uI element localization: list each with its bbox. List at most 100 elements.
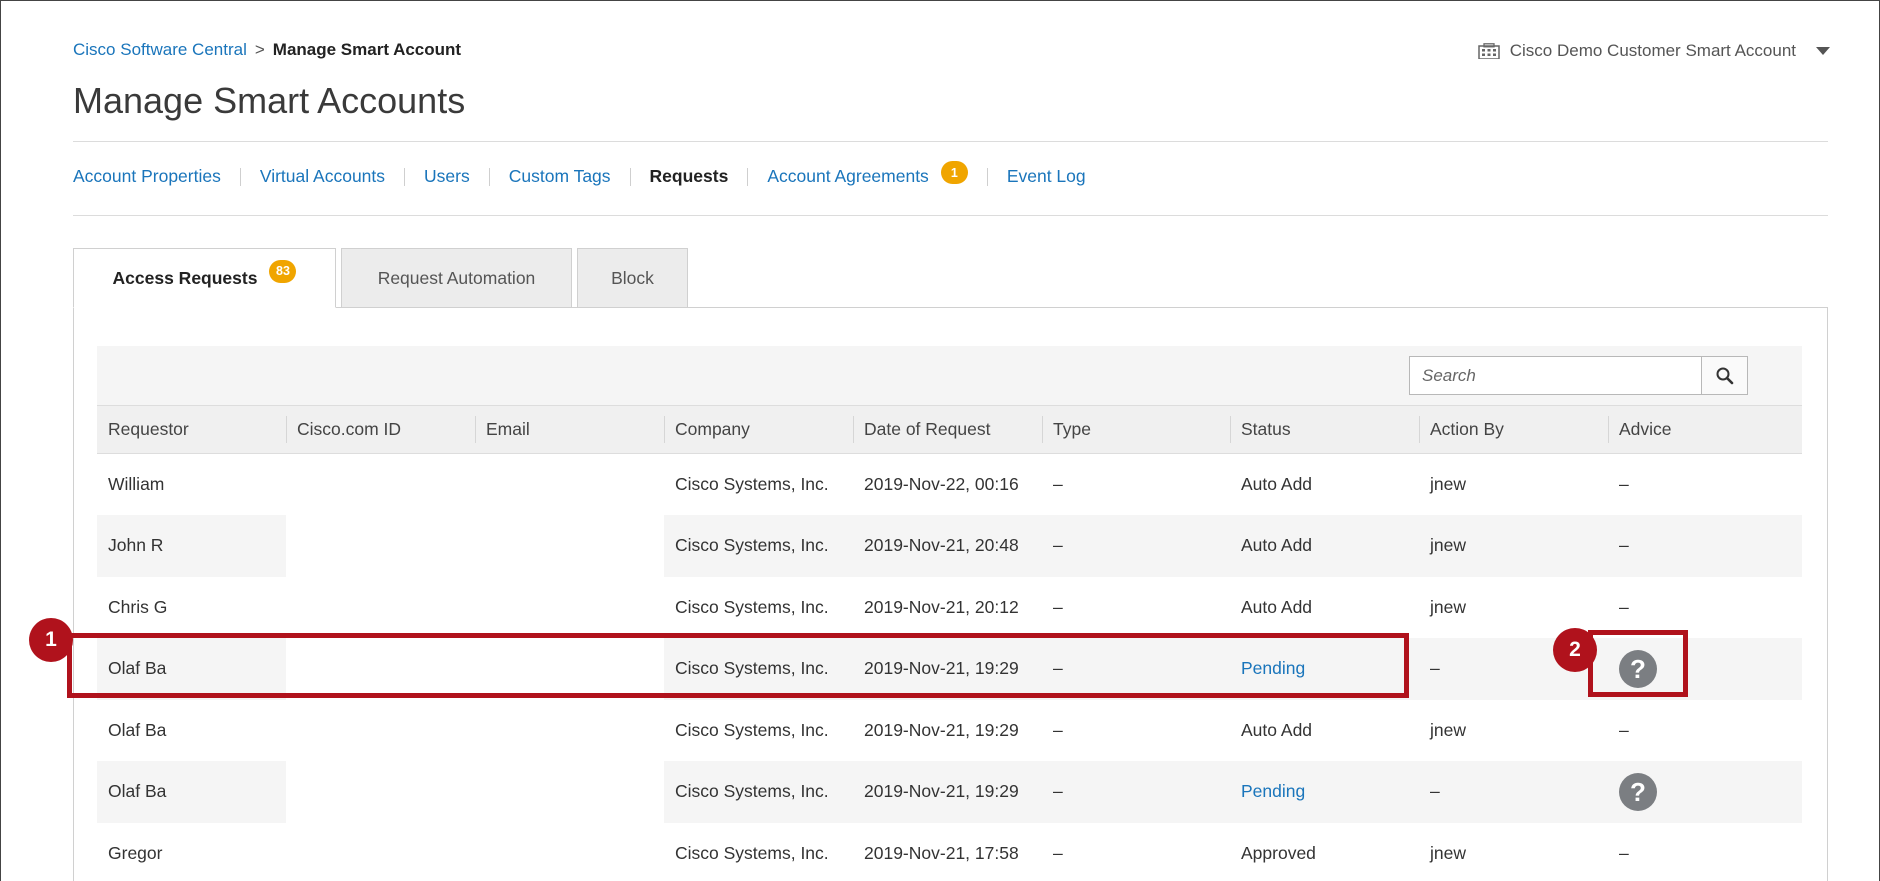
chevron-down-icon [1816,47,1830,55]
advice-cell: – [1608,822,1802,881]
company-cell: Cisco Systems, Inc. [664,761,853,823]
tab-access-requests-label: Access Requests [112,267,258,288]
email-cell [475,822,664,881]
date-cell: 2019-Nov-21, 19:29 [853,761,1042,823]
cisco-id-cell [286,576,475,638]
help-icon[interactable]: ? [1619,772,1657,811]
status-pending-link[interactable]: Pending [1241,781,1305,801]
subnav-users[interactable]: Users [424,166,470,187]
callout-number-badge: 1 [29,618,73,662]
date-cell: 2019-Nov-21, 19:29 [853,699,1042,761]
table-row[interactable]: Gregor Cisco Systems, Inc. 2019-Nov-21, … [97,822,1802,881]
table-row[interactable]: Chris G Cisco Systems, Inc. 2019-Nov-21,… [97,576,1802,638]
status-cell: Auto Add [1230,453,1419,515]
breadcrumb: Cisco Software Central > Manage Smart Acco… [73,40,461,60]
search-input[interactable] [1410,357,1701,394]
subnav-event-log[interactable]: Event Log [1007,166,1086,187]
type-cell: – [1042,761,1230,823]
email-cell [475,699,664,761]
action-by-cell: jnew [1419,699,1608,761]
table-row[interactable]: Olaf Ba Cisco Systems, Inc. 2019-Nov-21,… [97,699,1802,761]
breadcrumb-current: Manage Smart Account [272,40,462,59]
callout-highlight-row [67,633,1409,698]
account-switcher-label: Cisco Demo Customer Smart Account [1509,41,1796,60]
account-subnav: Account Properties Virtual Accounts User… [73,161,1086,187]
column-header-email[interactable]: Email [475,405,664,454]
email-cell [475,761,664,823]
tab-block[interactable]: Block [577,248,688,308]
subnav-divider [404,167,406,186]
cisco-id-cell [286,699,475,761]
status-cell: Pending [1230,761,1419,823]
requestor-cell: Chris G [97,576,286,638]
company-cell: Cisco Systems, Inc. [664,515,853,577]
date-cell: 2019-Nov-21, 20:12 [853,576,1042,638]
status-cell: Auto Add [1230,515,1419,577]
subnav-account-agreements-label: Account Agreements [767,166,929,186]
email-cell [475,515,664,577]
subnav-divider [629,167,631,186]
column-header-type[interactable]: Type [1042,405,1230,454]
action-by-cell: jnew [1419,453,1608,515]
building-icon [1477,43,1500,59]
advice-cell: – [1608,576,1802,638]
access-requests-count-badge: 83 [269,259,297,283]
column-header-status[interactable]: Status [1230,405,1419,454]
requestor-cell: John R [97,515,286,577]
tab-access-requests[interactable]: Access Requests 83 [73,248,336,308]
advice-cell: – [1608,453,1802,515]
agreements-count-badge: 1 [940,161,968,184]
date-cell: 2019-Nov-21, 17:58 [853,822,1042,881]
search-box [1409,356,1748,395]
tab-request-automation[interactable]: Request Automation [341,248,572,308]
divider [73,141,1828,142]
company-cell: Cisco Systems, Inc. [664,822,853,881]
column-header-date[interactable]: Date of Request [853,405,1042,454]
cisco-id-cell [286,453,475,515]
type-cell: – [1042,515,1230,577]
breadcrumb-separator: > [254,40,265,59]
search-button[interactable] [1701,357,1747,394]
action-by-cell: – [1419,761,1608,823]
company-cell: Cisco Systems, Inc. [664,576,853,638]
table-row[interactable]: William Cisco Systems, Inc. 2019-Nov-22,… [97,453,1802,515]
email-cell [475,576,664,638]
advice-cell: – [1608,699,1802,761]
subnav-divider [986,167,988,186]
divider [73,215,1828,216]
company-cell: Cisco Systems, Inc. [664,699,853,761]
table-row[interactable]: Olaf Ba Cisco Systems, Inc. 2019-Nov-21,… [97,761,1802,823]
table-row[interactable]: John R Cisco Systems, Inc. 2019-Nov-21, … [97,515,1802,577]
column-header-advice[interactable]: Advice [1608,405,1802,454]
account-switcher[interactable]: Cisco Demo Customer Smart Account [1477,41,1830,61]
type-cell: – [1042,576,1230,638]
breadcrumb-root-link[interactable]: Cisco Software Central [73,40,247,59]
status-cell: Auto Add [1230,699,1419,761]
advice-cell: ? [1608,761,1802,823]
callout-highlight-advice [1588,630,1688,697]
column-header-company[interactable]: Company [664,405,853,454]
subnav-requests[interactable]: Requests [650,166,729,187]
requestor-cell: William [97,453,286,515]
requests-table-container: Requestor Cisco.com ID Email Company Dat… [97,346,1802,881]
callout-number-badge: 2 [1553,628,1597,672]
requestor-cell: Gregor [97,822,286,881]
subnav-custom-tags[interactable]: Custom Tags [509,166,611,187]
type-cell: – [1042,822,1230,881]
subnav-account-agreements[interactable]: Account Agreements 1 [767,161,968,187]
company-cell: Cisco Systems, Inc. [664,453,853,515]
type-cell: – [1042,699,1230,761]
subnav-account-properties[interactable]: Account Properties [73,166,221,187]
subnav-virtual-accounts[interactable]: Virtual Accounts [260,166,385,187]
date-cell: 2019-Nov-21, 20:48 [853,515,1042,577]
column-header-cisco-id[interactable]: Cisco.com ID [286,405,475,454]
subnav-divider [747,167,749,186]
page-title: Manage Smart Accounts [73,80,466,121]
email-cell [475,453,664,515]
table-toolbar [97,346,1802,405]
subnav-divider [239,167,241,186]
column-header-action-by[interactable]: Action By [1419,405,1608,454]
column-header-requestor[interactable]: Requestor [97,405,286,454]
status-cell: Approved [1230,822,1419,881]
action-by-cell: jnew [1419,515,1608,577]
